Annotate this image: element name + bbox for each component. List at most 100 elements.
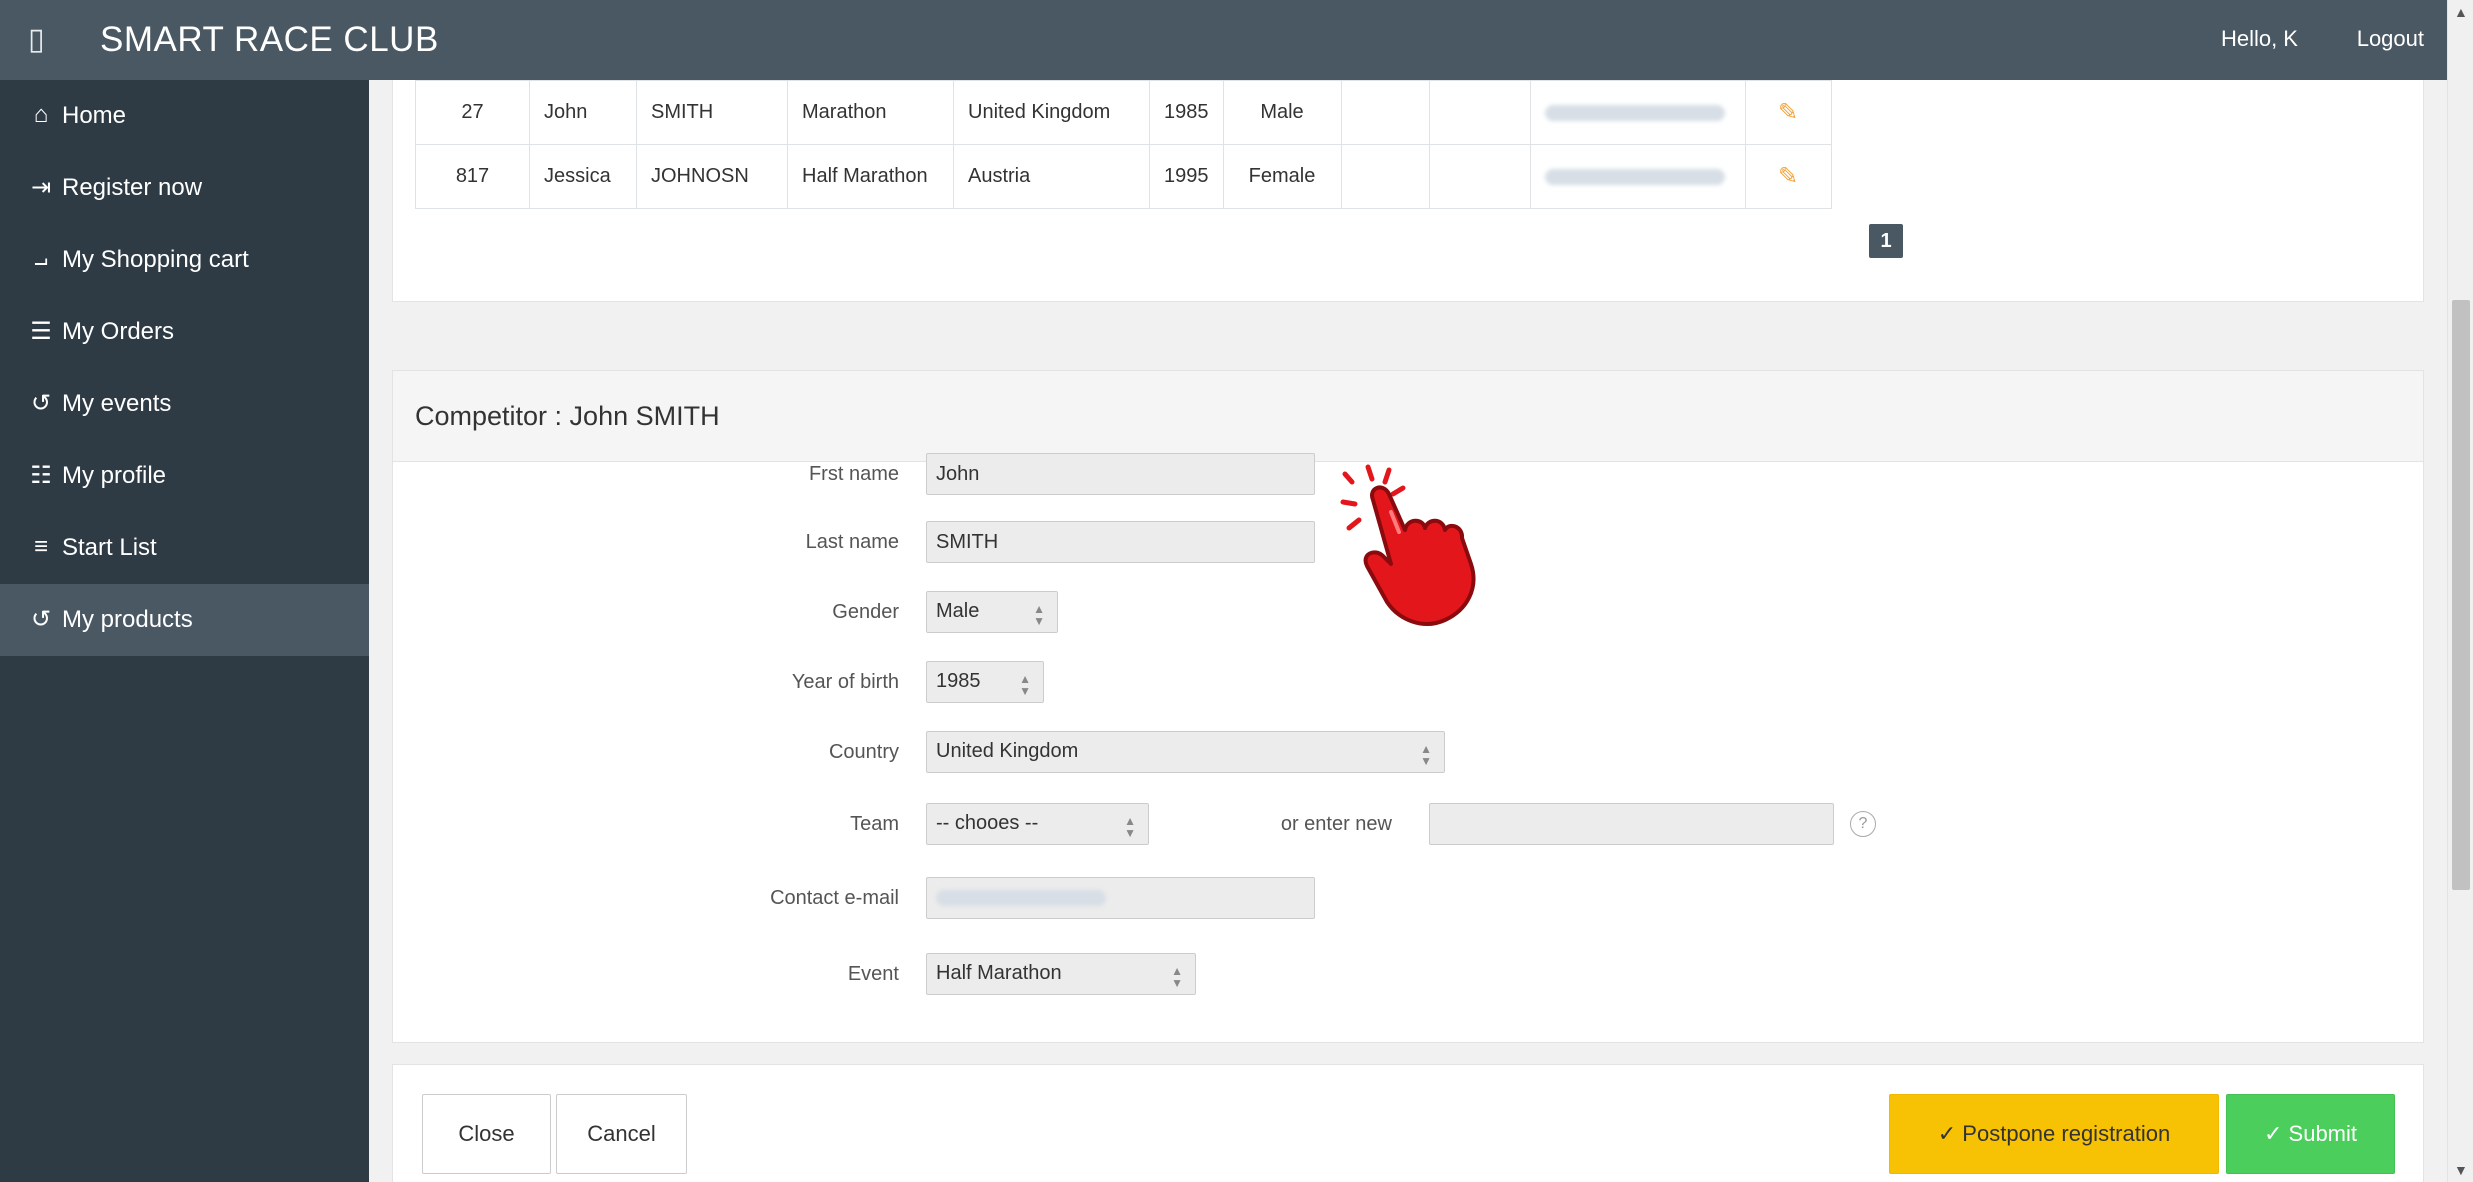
select-arrows-icon: ▲ ▼ [1033,602,1045,628]
sidebar-item-label: My Shopping cart [62,246,249,273]
country-value: United Kingdom [936,740,1079,762]
event-cell: Marathon [787,80,954,145]
logout-link[interactable]: Logout [2357,26,2424,52]
gender-value: Male [936,600,980,622]
sidebar: ⌂ Home ⇥ Register now ⨼ My Shopping cart… [0,80,369,1182]
click-ray [1365,464,1375,482]
event-cell: Half Marathon [787,144,954,209]
email-cell [1529,80,1746,145]
event-label: Event [847,963,899,985]
team-label: Team [850,813,899,835]
last-name-label: Last name [805,531,899,553]
postpone-registration-button[interactable]: ✓ Postpone registration [1889,1094,2219,1174]
new-team-input[interactable] [1429,803,1834,845]
history-icon: ↺ [30,605,52,633]
gender-select[interactable]: Male ▲ ▼ [926,591,1058,633]
scroll-up-icon[interactable]: ▲ [2454,4,2468,20]
select-arrows-icon: ▲ ▼ [1420,742,1432,768]
edit-cell: ✎ [1744,144,1832,209]
sidebar-item-label: My Orders [62,318,175,345]
history-icon: ↺ [30,389,52,417]
event-value: Half Marathon [936,962,1062,984]
or-enter-new-label: or enter new [1280,813,1392,835]
country-label: Country [828,741,899,763]
country-select[interactable]: United Kingdom ▲ ▼ [926,731,1445,773]
menu-toggle-icon[interactable]: ▯ [28,22,45,57]
empty-cell [1428,144,1531,209]
sidebar-item-start-list[interactable]: ≡ Start List [0,512,369,584]
home-icon: ⌂ [33,101,49,128]
sidebar-item-register-now[interactable]: ⇥ Register now [0,152,369,224]
table-row: 817 Jessica JOHNOSN Half Marathon Austri… [415,144,1832,209]
edit-cell: ✎ [1744,80,1832,145]
user-greeting: Hello, K [2220,26,2298,51]
checklist-icon: ☰ [30,317,52,345]
year-of-birth-label: Year of birth [791,671,899,693]
click-ray [1382,467,1392,485]
year-cell: 1995 [1149,144,1224,209]
empty-cell [1340,144,1430,209]
year-of-birth-select[interactable]: 1985 ▲ ▼ [926,661,1044,703]
sidebar-item-shopping-cart[interactable]: ⨼ My Shopping cart [0,224,369,296]
pencil-icon[interactable]: ✎ [1778,98,1798,127]
cart-icon: ⨼ [33,245,49,272]
sidebar-item-home[interactable]: ⌂ Home [0,80,369,152]
contact-email-input[interactable] [926,877,1315,919]
hand-shape [1363,485,1476,626]
competitor-title: Competitor : John SMITH [415,401,720,431]
team-select[interactable]: -- chooes -- ▲ ▼ [926,803,1149,845]
gender-label: Gender [832,601,899,623]
country-cell: Austria [953,144,1150,209]
bib-number-cell: 817 [415,144,530,209]
bib-number-cell: 27 [415,80,530,145]
sidebar-item-label: My products [62,606,193,633]
sidebar-item-label: Start List [62,534,157,561]
sidebar-item-profile[interactable]: ☷ My profile [0,440,369,512]
ordered-list-icon: ≡ [33,533,48,560]
sidebar-item-events[interactable]: ↺ My events [0,368,369,440]
scrollbar-thumb[interactable] [2452,300,2470,890]
gender-cell: Female [1222,144,1342,209]
brand-title[interactable]: SMART RACE CLUB [100,20,439,60]
click-ray [1346,517,1362,531]
table-row: 27 John SMITH Marathon United Kingdom 19… [415,80,1832,145]
vertical-scrollbar[interactable]: ▲ ▼ [2447,0,2473,1182]
sidebar-item-label: Register now [62,174,203,201]
action-panel: Close Cancel ✓ Postpone registration ✓ S… [392,1064,2424,1182]
sign-in-icon: ⇥ [30,173,52,201]
cancel-button[interactable]: Cancel [556,1094,687,1174]
sidebar-item-orders[interactable]: ☰ My Orders [0,296,369,368]
select-arrows-icon: ▲ ▼ [1124,814,1136,840]
blurred-email [1544,104,1725,121]
last-name-input[interactable] [926,521,1315,563]
click-ray [1342,471,1355,485]
first-name-cell: Jessica [529,144,637,209]
first-name-input[interactable] [926,453,1315,495]
sidebar-item-label: My events [62,390,172,417]
pagination-page-1[interactable]: 1 [1869,224,1903,258]
help-icon[interactable]: ? [1850,811,1876,837]
panel-header: Competitor : John SMITH [393,371,2423,462]
sidebar-item-products[interactable]: ↺ My products [0,584,369,656]
submit-button[interactable]: ✓ Submit [2226,1094,2395,1174]
team-value: -- chooes -- [936,812,1039,834]
competitors-table: 27 John SMITH Marathon United Kingdom 19… [415,80,1832,209]
select-arrows-icon: ▲ ▼ [1019,672,1031,698]
country-cell: United Kingdom [953,80,1150,145]
top-bar: ▯ SMART RACE CLUB Hello, K Logout [0,0,2473,80]
gender-cell: Male [1222,80,1342,145]
last-name-cell: SMITH [636,80,788,145]
email-cell [1529,144,1746,209]
competitors-panel: 27 John SMITH Marathon United Kingdom 19… [392,80,2424,302]
empty-cell [1340,80,1430,145]
sidebar-item-label: My profile [62,462,167,489]
org-chart-icon: ☷ [30,461,52,489]
blurred-email [1544,168,1725,185]
sidebar-item-label: Home [62,102,127,129]
contact-email-label: Contact e-mail [770,887,899,909]
pencil-icon[interactable]: ✎ [1778,162,1798,191]
close-button[interactable]: Close [422,1094,551,1174]
scroll-down-icon[interactable]: ▼ [2454,1162,2468,1178]
empty-cell [1428,80,1531,145]
event-select[interactable]: Half Marathon ▲ ▼ [926,953,1196,995]
